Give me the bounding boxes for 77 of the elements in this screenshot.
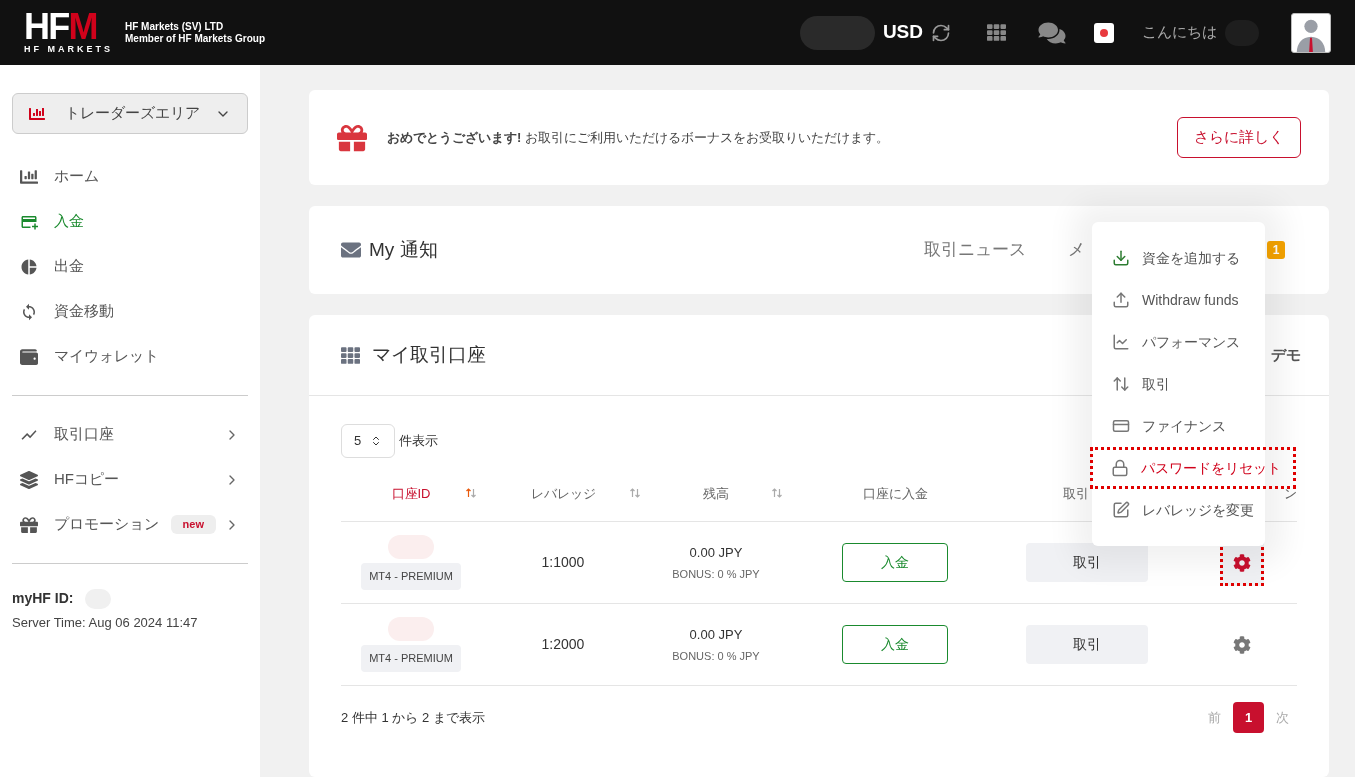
page-size-select[interactable]: 5: [341, 424, 395, 458]
japan-flag-icon[interactable]: [1094, 22, 1114, 43]
sidebar-item[interactable]: 入金: [12, 199, 248, 244]
wallet-icon: [20, 347, 38, 366]
apps-grid-icon[interactable]: [987, 23, 1006, 42]
column-header[interactable]: 残高: [645, 483, 787, 504]
page-number[interactable]: 1: [1233, 702, 1264, 733]
account-tab[interactable]: デモ: [1271, 343, 1301, 367]
avatar[interactable]: [1291, 12, 1331, 53]
menu-item[interactable]: 取引: [1092, 363, 1265, 405]
sort-icon[interactable]: [465, 486, 477, 499]
column-header[interactable]: 口座ID: [341, 483, 481, 504]
notification-tab[interactable]: メ: [1068, 237, 1085, 263]
bonus-text: BONUS: 0 % JPY: [672, 567, 760, 582]
download-icon: [1112, 249, 1130, 267]
table-summary: 2 件中 1 から 2 まで表示: [341, 708, 485, 727]
card-title: マイ取引口座: [372, 342, 486, 367]
stepper-icon: [370, 435, 382, 447]
id-label: myHF ID:: [12, 589, 74, 608]
sidebar-item[interactable]: プロモーション new: [12, 502, 248, 547]
refresh-icon[interactable]: [931, 22, 951, 43]
column-header[interactable]: 口座に入金: [787, 483, 1003, 504]
menu-item[interactable]: 資金を追加する: [1092, 237, 1265, 279]
balance-cell-text: 0.00 JPY: [689, 543, 743, 562]
menu-item[interactable]: レバレッジを変更: [1092, 489, 1265, 531]
signal-bars-icon: [29, 105, 45, 122]
count-badge: 1: [1267, 241, 1285, 259]
column-header[interactable]: レバレッジ: [481, 483, 645, 504]
cycle-icon: [20, 302, 38, 321]
pie-chart-icon: [20, 257, 38, 276]
deposit-button[interactable]: 入金: [842, 625, 948, 664]
area-select[interactable]: トレーダーズエリア: [12, 93, 248, 134]
banner-message: おめでとうございます! お取引にご利用いただけるボーナスをお受取りいただけます。: [387, 128, 889, 147]
trade-button[interactable]: 取引: [1026, 543, 1148, 582]
layers-icon: [20, 470, 38, 489]
server-time: Server Time: Aug 06 2024 11:47: [12, 614, 199, 632]
greeting: こんにちは: [1142, 22, 1217, 43]
chat-icon[interactable]: [1038, 20, 1066, 45]
menu-item[interactable]: パフォーマンス: [1092, 321, 1265, 363]
mail-icon: [341, 240, 361, 260]
page-size-label: 件表示: [399, 432, 438, 451]
menu-item[interactable]: ファイナンス: [1092, 405, 1265, 447]
account-type-tag: MT4 - PREMIUM: [361, 563, 461, 590]
sidebar-item[interactable]: HFコピー: [12, 457, 248, 502]
settings-icon: [1233, 553, 1251, 572]
sidebar-item[interactable]: 出金: [12, 244, 248, 289]
trade-button[interactable]: 取引: [1026, 625, 1148, 664]
balance-cell-text: 0.00 JPY: [689, 625, 743, 644]
card-title: My 通知: [369, 237, 438, 262]
edit-icon: [1112, 501, 1130, 519]
company-name: Member of HF Markets Group: [125, 32, 266, 45]
line-chart-icon: [1112, 333, 1130, 351]
lock-icon: [1111, 459, 1129, 477]
sidebar-item[interactable]: 資金移動: [12, 289, 248, 334]
currency-label[interactable]: USD: [882, 18, 923, 47]
menu-item[interactable]: パスワードをリセット: [1090, 447, 1296, 489]
leverage-cell-text: 1:1000: [540, 553, 586, 572]
gift-icon: [337, 122, 367, 153]
notification-tab[interactable]: 取引ニュース: [924, 237, 1026, 263]
logo[interactable]: HFM HF MARKETS: [24, 11, 113, 54]
settings-icon: [1233, 635, 1251, 654]
deposit-button[interactable]: 入金: [842, 543, 948, 582]
leverage-cell-text: 1:2000: [540, 635, 586, 654]
bar-chart-icon: [20, 167, 38, 186]
sidebar-item[interactable]: 取引口座: [12, 412, 248, 457]
company-name: HF Markets (SV) LTD: [125, 20, 225, 33]
sidebar-item[interactable]: ホーム: [12, 154, 248, 199]
bonus-text: BONUS: 0 % JPY: [672, 649, 760, 664]
upload-icon: [1112, 291, 1130, 309]
gift-icon: [20, 515, 38, 534]
grid-icon: [341, 345, 360, 365]
learn-more-button[interactable]: さらに詳しく: [1177, 117, 1301, 158]
menu-item[interactable]: Withdraw funds: [1092, 279, 1265, 321]
card-icon: [1112, 417, 1130, 435]
new-badge: new: [170, 515, 216, 534]
sidebar-item[interactable]: マイウォレット: [12, 334, 248, 379]
account-type-tag: MT4 - PREMIUM: [361, 645, 461, 672]
